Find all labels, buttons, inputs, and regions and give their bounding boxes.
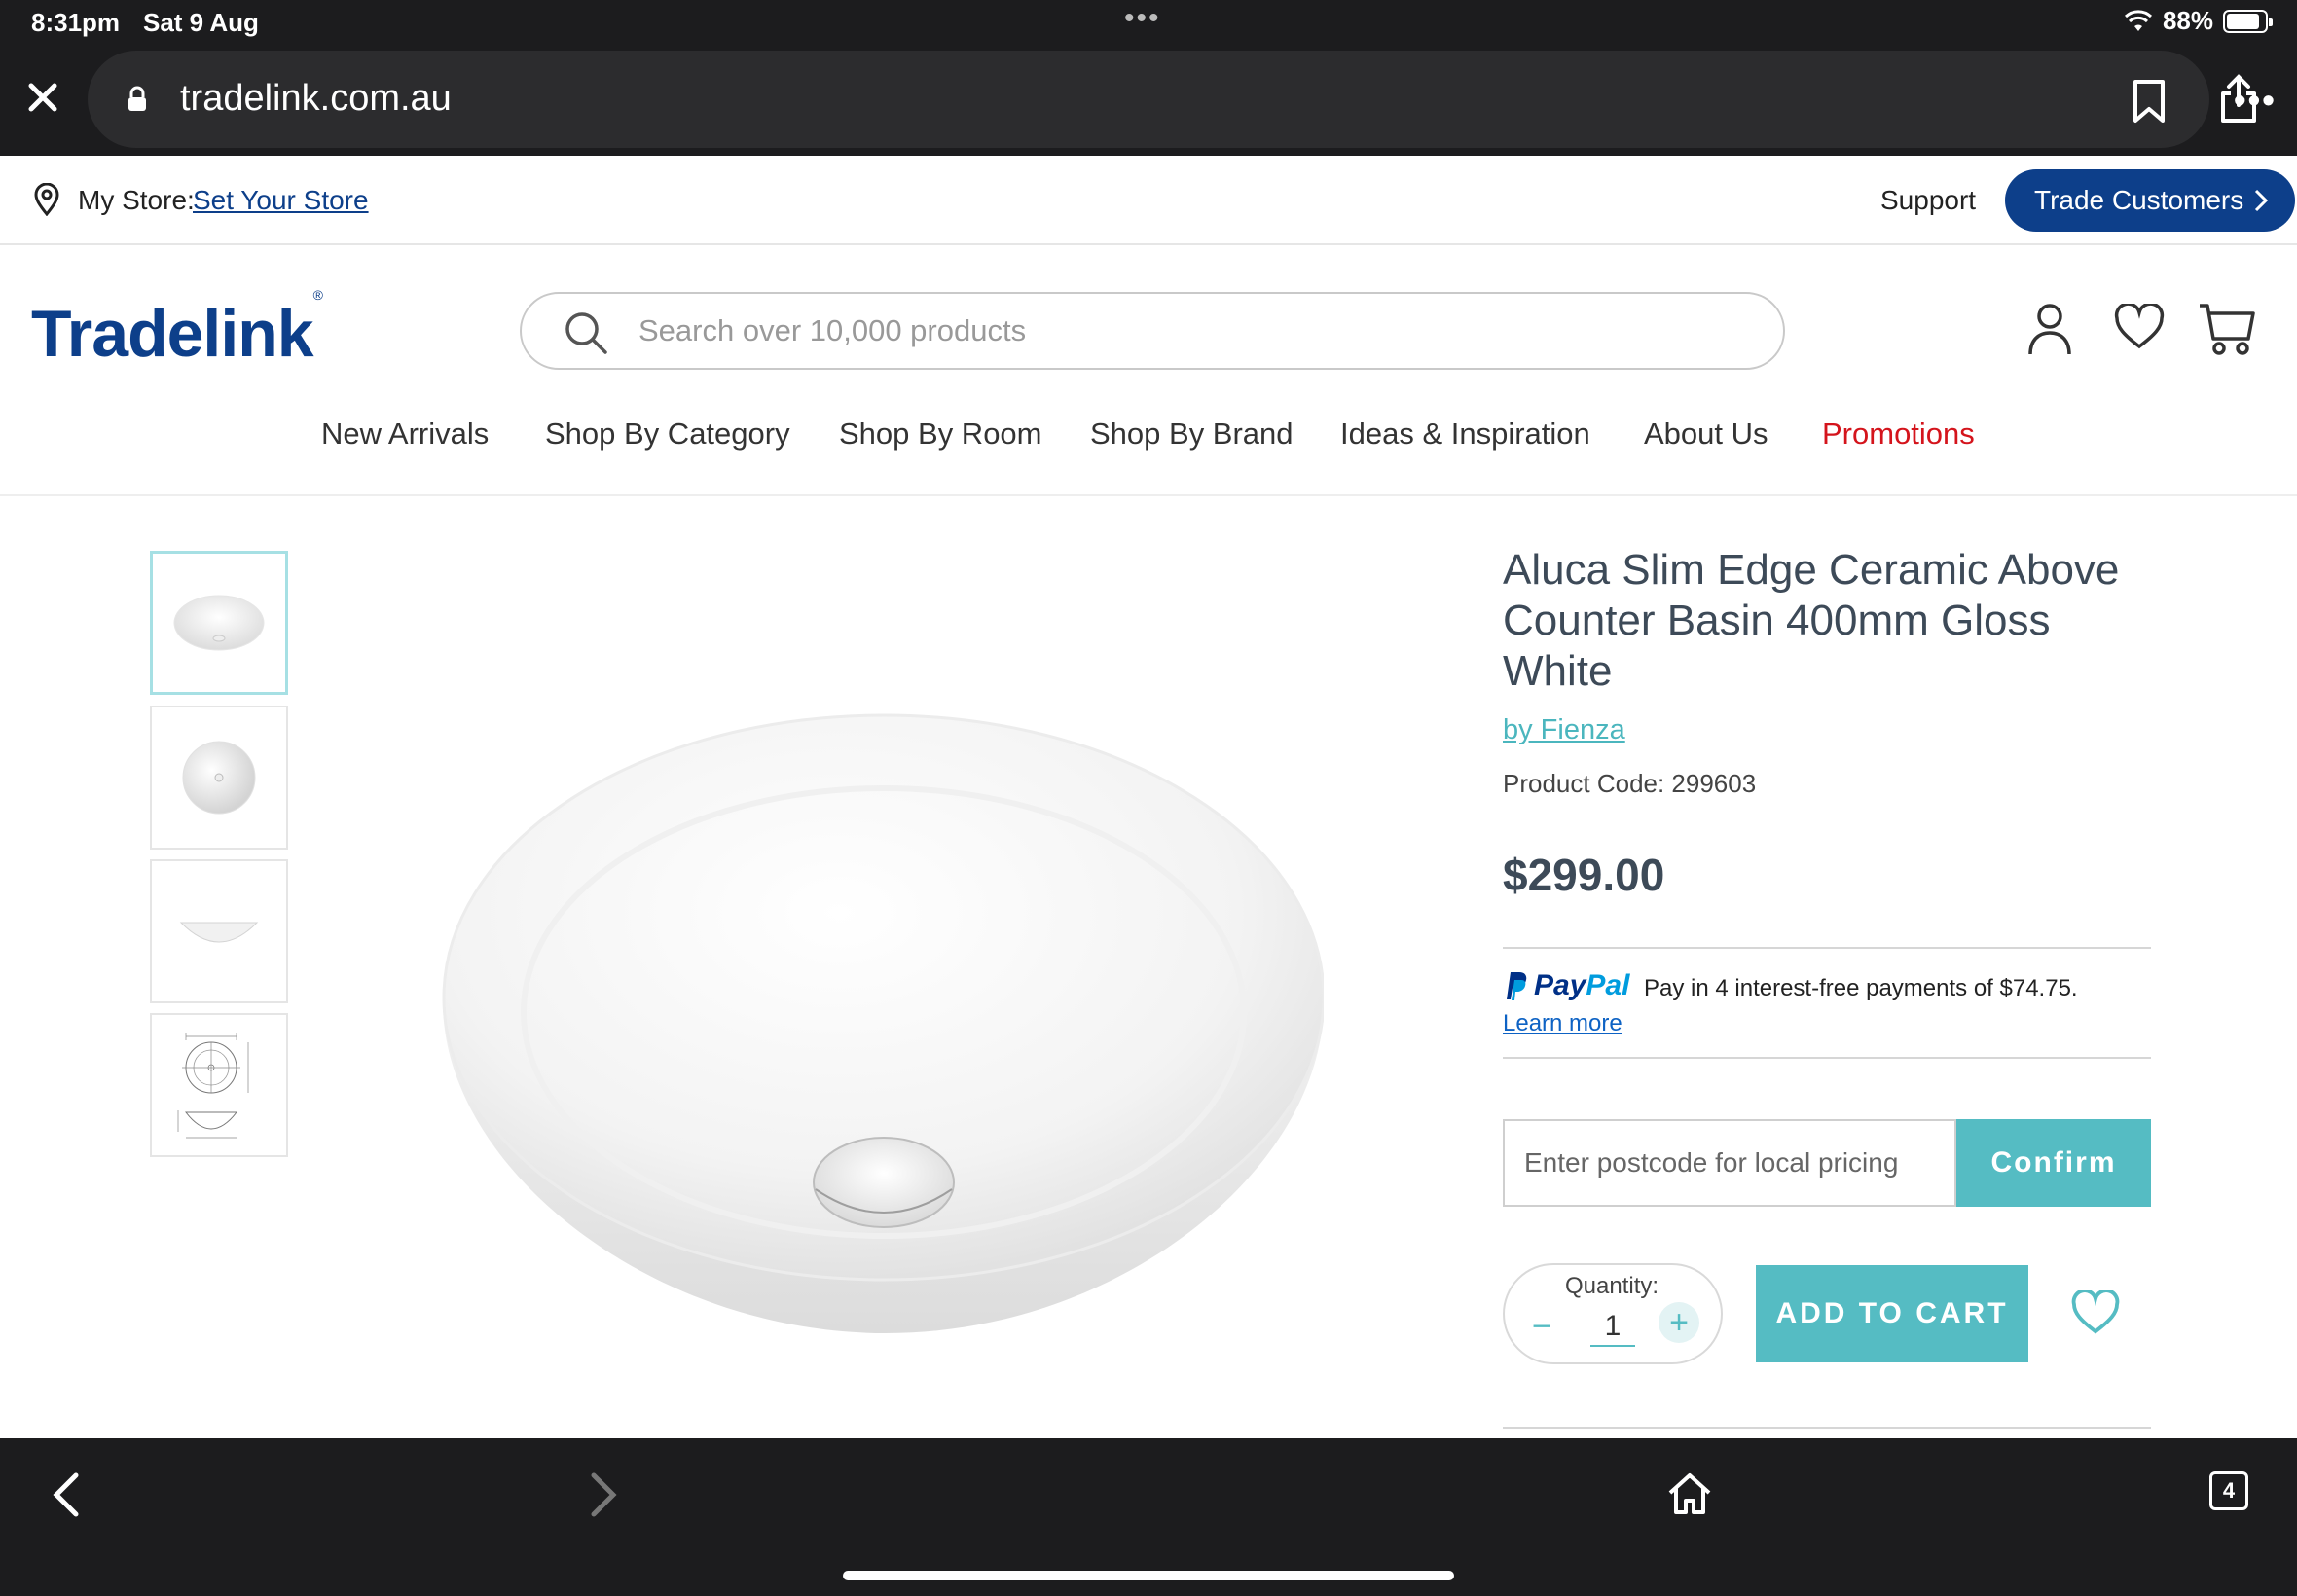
nav-shop-by-brand[interactable]: Shop By Brand (1090, 417, 1294, 452)
quantity-stepper: Quantity: − 1 + (1503, 1263, 1723, 1364)
utility-bar: My Store: Set Your Store Support Trade C… (0, 156, 2297, 245)
multitasking-dots-icon[interactable]: ••• (1124, 2, 1161, 35)
status-time: 8:31pm (31, 8, 121, 37)
tradelink-logo[interactable]: Tradelink® (31, 287, 323, 372)
brand-link[interactable]: by Fienza (1503, 714, 1625, 746)
paypal-wordmark-pal: Pal (1586, 969, 1630, 1001)
address-bar[interactable]: tradelink.com.au (88, 51, 2256, 148)
divider (1503, 947, 2151, 949)
browser-toolbar: tradelink.com.au ••• (0, 49, 2297, 156)
basin-side-view-image (179, 922, 259, 943)
wishlist-header-icon[interactable] (2114, 304, 2165, 350)
home-indicator (843, 1571, 1454, 1580)
lock-icon (128, 86, 146, 111)
divider (1503, 1057, 2151, 1059)
url-text[interactable]: tradelink.com.au (180, 78, 452, 120)
nav-shop-by-category[interactable]: Shop By Category (545, 417, 790, 452)
search-bar[interactable] (520, 292, 1785, 370)
battery-percent: 88% (2162, 6, 2213, 35)
product-thumbnail[interactable] (150, 551, 288, 695)
more-options-icon[interactable]: ••• (2234, 80, 2277, 121)
divider (1503, 1427, 2151, 1429)
logo-text: Tradelink (31, 297, 314, 371)
status-date: Sat 9 Aug (143, 8, 259, 37)
nav-new-arrivals[interactable]: New Arrivals (321, 417, 489, 452)
close-icon[interactable] (23, 78, 62, 117)
search-input[interactable] (638, 313, 1709, 348)
add-to-cart-button[interactable]: ADD TO CART (1756, 1265, 2028, 1362)
search-icon[interactable] (563, 309, 609, 356)
quantity-label: Quantity: (1565, 1273, 1659, 1299)
browser-bottom-toolbar: 4 (0, 1438, 2297, 1596)
technical-drawing-image (177, 1033, 249, 1139)
nav-about-us[interactable]: About Us (1644, 417, 1768, 452)
paypal-logo: PayPal (1503, 969, 1629, 1002)
nav-ideas-inspiration[interactable]: Ideas & Inspiration (1340, 417, 1590, 452)
cart-icon[interactable] (2198, 302, 2256, 356)
product-thumbnail[interactable] (150, 706, 288, 850)
basin-top-view-image (182, 741, 256, 815)
my-store-label: My Store: (78, 185, 195, 215)
logo-registered-mark: ® (312, 287, 323, 304)
battery-level (2227, 13, 2260, 29)
location-pin-icon (34, 183, 59, 216)
battery-icon (2223, 9, 2273, 33)
paypal-wordmark: PayPal (1534, 969, 1629, 1002)
paypal-wordmark-pay: Pay (1534, 969, 1586, 1001)
main-navigation: New Arrivals Shop By Category Shop By Ro… (0, 409, 2297, 496)
product-thumbnail[interactable] (150, 859, 288, 1003)
tabs-icon[interactable]: 4 (2209, 1471, 2248, 1510)
trade-customers-button[interactable]: Trade Customers (2005, 169, 2295, 232)
product-code: Product Code: 299603 (1503, 769, 1757, 798)
chevron-right-icon (2254, 189, 2268, 212)
home-icon[interactable] (1666, 1471, 1713, 1516)
product-thumbnail[interactable] (150, 1013, 288, 1157)
status-bar: 8:31pm Sat 9 Aug ••• 88% (0, 0, 2297, 49)
add-to-wishlist-heart-icon[interactable] (2071, 1290, 2120, 1335)
quantity-decrease-button[interactable]: − (1532, 1308, 1551, 1346)
set-store-link[interactable]: Set Your Store (193, 185, 369, 216)
forward-arrow-icon[interactable] (584, 1468, 623, 1522)
trade-customers-label: Trade Customers (2034, 185, 2244, 215)
paypal-learn-more-link[interactable]: Learn more (1503, 1010, 1622, 1037)
basin-thumbnail-image (173, 595, 265, 651)
product-price: $299.00 (1503, 850, 1665, 900)
tab-count: 4 (2222, 1478, 2236, 1503)
bookmark-icon[interactable] (2132, 78, 2167, 125)
nav-shop-by-room[interactable]: Shop By Room (839, 417, 1042, 452)
paypal-icon (1507, 972, 1527, 1000)
product-main-image[interactable] (428, 710, 1324, 1343)
wifi-icon (2124, 9, 2152, 31)
postcode-input[interactable] (1503, 1119, 1956, 1207)
quantity-input[interactable]: 1 (1590, 1310, 1635, 1347)
back-arrow-icon[interactable] (47, 1468, 86, 1522)
account-icon[interactable] (2026, 302, 2073, 356)
support-link[interactable]: Support (1880, 185, 1976, 216)
nav-promotions[interactable]: Promotions (1822, 417, 1975, 452)
product-title: Aluca Slim Edge Ceramic Above Counter Ba… (1503, 546, 2120, 695)
paypal-installments-text: Pay in 4 interest-free payments of $74.7… (1644, 975, 2078, 1001)
confirm-postcode-button[interactable]: Confirm (1956, 1119, 2151, 1207)
quantity-increase-button[interactable]: + (1659, 1302, 1699, 1343)
status-indicators: 88% (2124, 6, 2273, 36)
